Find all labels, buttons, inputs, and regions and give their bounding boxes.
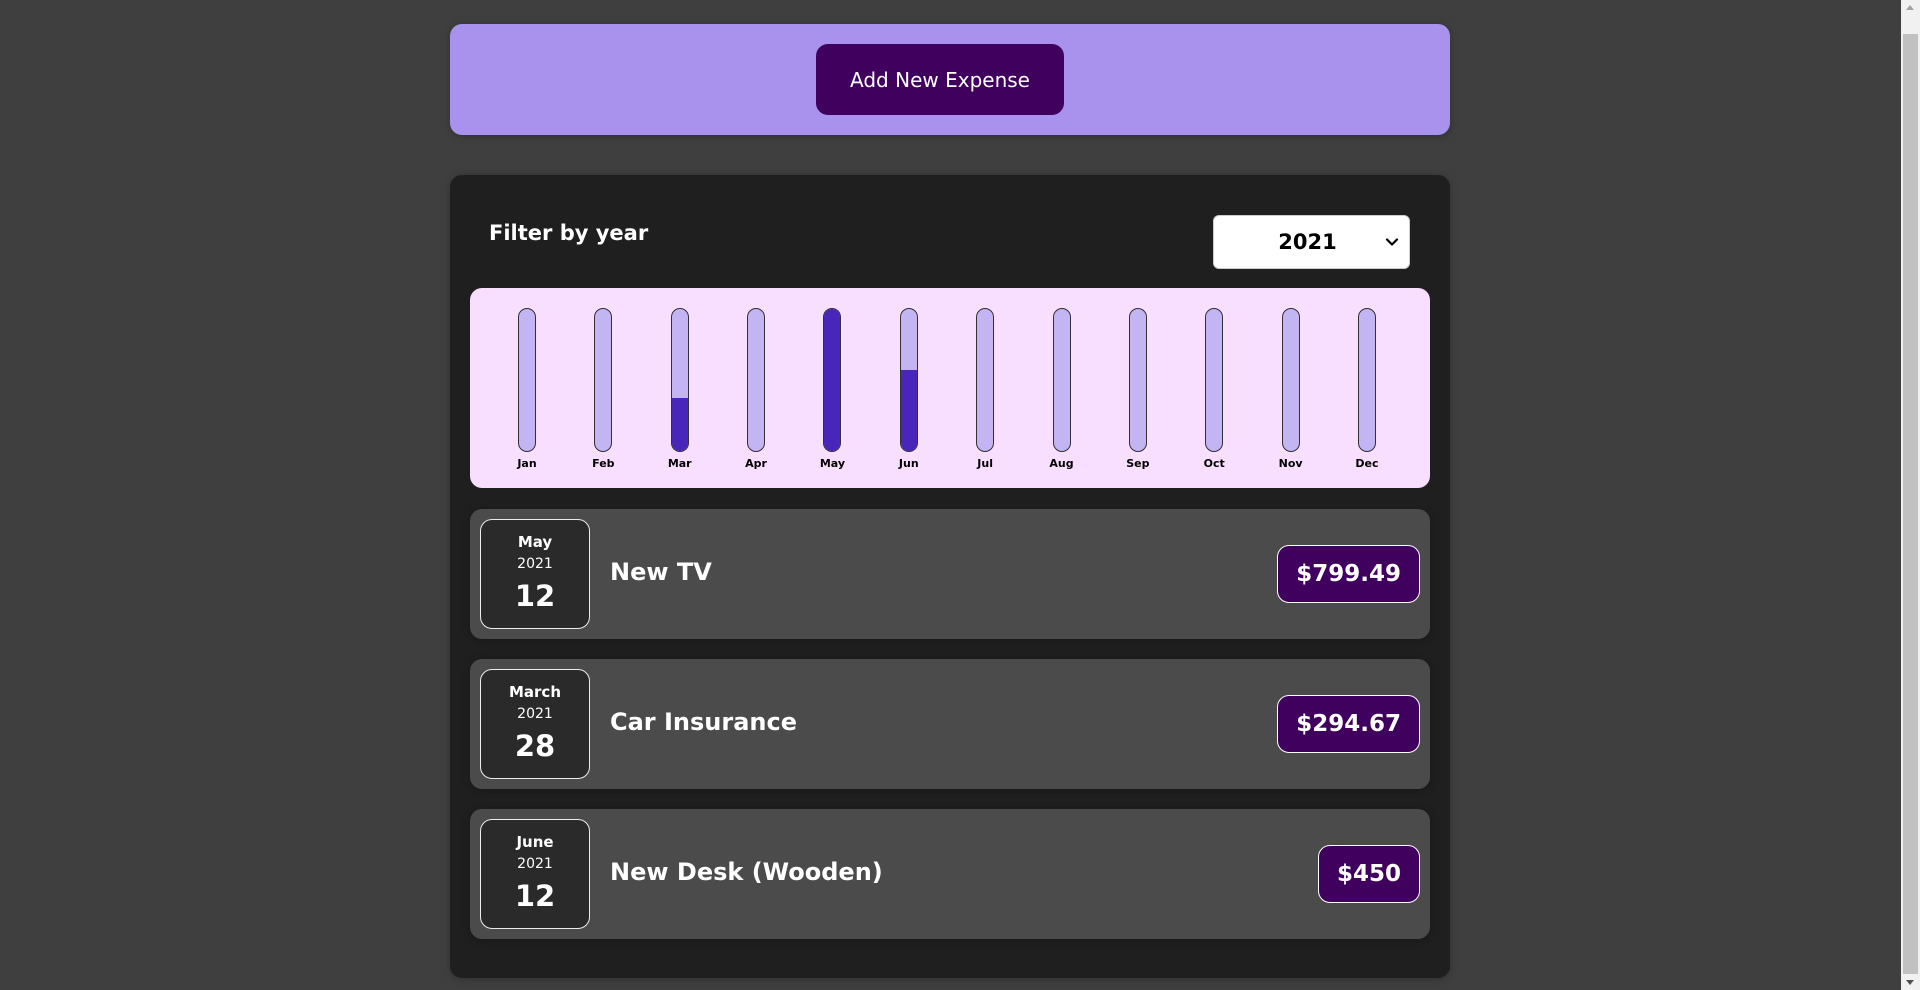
chart-bar-label: Aug [1049,457,1074,470]
filter-label: Filter by year [489,221,649,245]
chart-bar-label: May [819,457,846,470]
year-filter-select[interactable]: 2021 [1213,215,1410,269]
chart-bar-label: Jul [977,457,993,470]
chevron-down-icon [1385,238,1399,246]
chart-bar-oct [1205,308,1224,452]
expense-date-year: 2021 [517,856,553,872]
expense-date-day: 28 [514,729,556,763]
expense-item: May 2021 12 New TV $799.49 [470,509,1430,639]
page-scrollbar[interactable] [1901,0,1920,990]
chart-bar-jan [518,308,536,452]
expense-date-day: 12 [514,579,556,613]
chart-bar-label: Feb [592,457,615,470]
chart-bar-aug [1052,308,1071,452]
expense-item: June 2021 12 New Desk (Wooden) $450 [470,809,1430,939]
expense-date: June 2021 12 [480,819,590,929]
expense-title: Car Insurance [610,708,798,736]
chart-bar-fill [824,309,841,451]
scroll-up-arrow-icon[interactable] [1906,5,1914,10]
scrollbar-thumb[interactable] [1903,34,1918,974]
expense-title: New Desk (Wooden) [610,858,883,886]
expense-date-year: 2021 [517,706,553,722]
expense-amount: $294.67 [1277,695,1420,753]
chart-bar-label: Jan [517,457,537,470]
year-filter-value: 2021 [1278,230,1337,254]
expenses-card: Filter by year 2021 Jan Feb Mar Apr May Jun Ju… [450,175,1450,978]
chart-bar-apr [747,308,766,452]
expense-item: March 2021 28 Car Insurance $294.67 [470,659,1430,789]
chart-bar-mar [670,308,689,452]
expense-date-day: 12 [514,879,556,913]
expense-date: March 2021 28 [480,669,590,779]
chart-bar-label: Mar [667,457,692,470]
scroll-down-arrow-icon[interactable] [1906,980,1914,985]
expense-date: May 2021 12 [480,519,590,629]
chart-bar-label: Oct [1203,457,1225,470]
chart-bar-may [823,308,842,452]
chart-bar-dec [1357,308,1376,452]
chart-bar-label: Jun [898,457,919,470]
chart-bar-sep [1128,308,1147,452]
chart-bar-label: Dec [1355,457,1379,470]
new-expense-panel: Add New Expense [450,24,1450,135]
chart-bar-fill [900,370,917,451]
chart-bar-nov [1281,308,1300,452]
chart-bar-feb [594,308,613,452]
page: Add New Expense Filter by year 2021 Jan F… [0,0,1901,990]
chart-bar-label: Nov [1278,457,1303,470]
expense-amount: $799.49 [1277,545,1420,603]
chart-bar-jun [899,308,918,452]
chart-bar-jul [976,308,995,452]
chart-bar-label: Sep [1126,457,1150,470]
expense-date-month: May [517,533,553,551]
chart-bar-fill [671,398,688,451]
expense-title: New TV [610,558,712,586]
expense-date-month: March [508,683,562,701]
expenses-chart: Jan Feb Mar Apr May Jun Jul Aug Sep Oct Nov Dec [470,288,1430,488]
expense-date-month: June [516,833,554,851]
expense-date-year: 2021 [517,556,553,572]
expense-amount: $450 [1317,845,1420,903]
add-new-expense-button[interactable]: Add New Expense [816,44,1064,115]
chart-bar-label: Apr [745,457,767,470]
